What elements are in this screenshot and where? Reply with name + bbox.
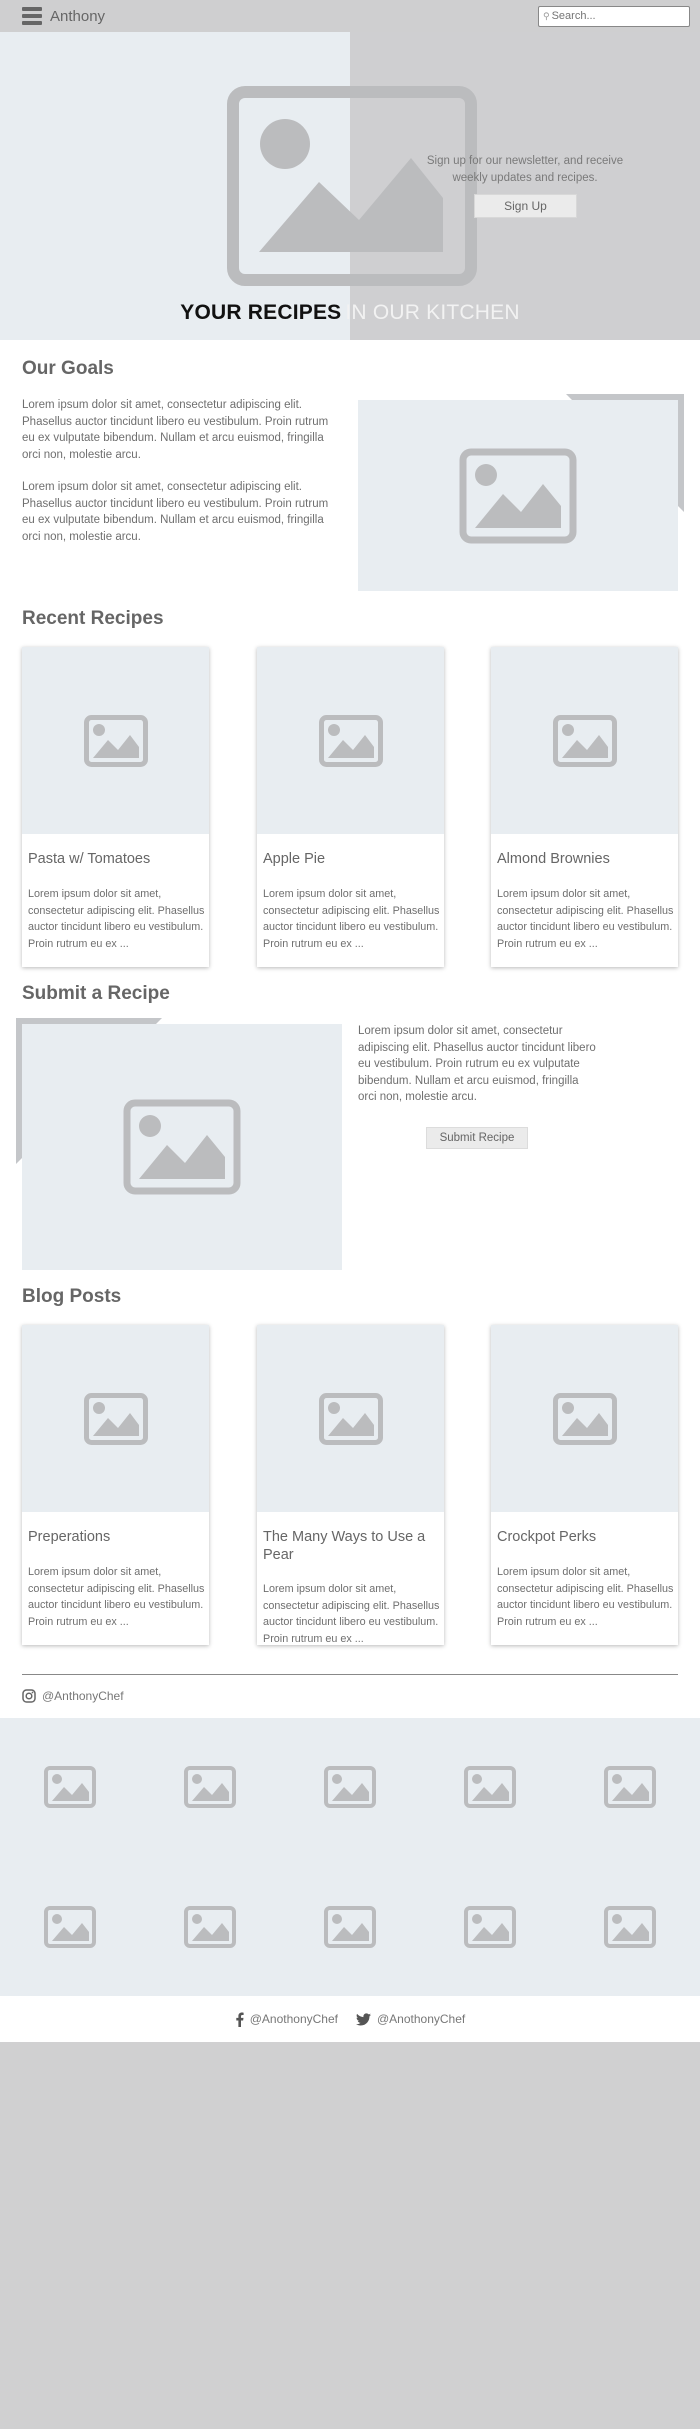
facebook-link[interactable]: @AnothonyChef	[235, 2012, 338, 2027]
blog-card[interactable]: Preperations Lorem ipsum dolor sit amet,…	[22, 1325, 209, 1645]
hero-title-light: IN OUR KITCHEN	[345, 301, 520, 324]
gallery-image-icon[interactable]	[184, 1906, 236, 1948]
blog-image-placeholder	[257, 1325, 444, 1512]
gallery-image-icon[interactable]	[604, 1766, 656, 1808]
main-content: Our Goals Lorem ipsum dolor sit amet, co…	[0, 340, 700, 1996]
recipe-card-title[interactable]: Almond Brownies	[497, 850, 672, 868]
goals-paragraph-2: Lorem ipsum dolor sit amet, consectetur …	[22, 481, 329, 543]
submit-image-placeholder	[22, 1024, 342, 1270]
blog-card[interactable]: Crockpot Perks Lorem ipsum dolor sit ame…	[491, 1325, 678, 1645]
recipe-card-title[interactable]: Apple Pie	[263, 850, 438, 868]
top-navbar: Anthony ⚲	[0, 0, 700, 32]
facebook-handle[interactable]: @AnothonyChef	[250, 2012, 338, 2026]
recipe-image-placeholder	[257, 647, 444, 834]
image-icon	[552, 1392, 617, 1445]
image-icon	[552, 714, 617, 767]
recipe-image-placeholder	[22, 647, 209, 834]
gallery-image-icon[interactable]	[44, 1906, 96, 1948]
hero-title-bold: YOUR RECIPES	[180, 301, 342, 324]
hero-title: YOUR RECIPES IN OUR KITCHEN	[0, 301, 700, 325]
recipe-card-text: Lorem ipsum dolor sit amet, consectetur …	[263, 888, 440, 950]
blog-card-text: Lorem ipsum dolor sit amet, consectetur …	[263, 1583, 440, 1645]
recipe-card-text: Lorem ipsum dolor sit amet, consectetur …	[497, 888, 674, 950]
blog-card-title[interactable]: The Many Ways to Use a Pear	[263, 1528, 438, 1564]
footer: @AnothonyChef @AnothonyChef	[0, 1996, 700, 2042]
blog-card[interactable]: The Many Ways to Use a Pear Lorem ipsum …	[257, 1325, 444, 1645]
gallery-image-icon[interactable]	[184, 1766, 236, 1808]
recipe-card[interactable]: Apple Pie Lorem ipsum dolor sit amet, co…	[257, 647, 444, 967]
submit-recipe-text: Lorem ipsum dolor sit amet, consectetur …	[358, 1025, 596, 1103]
twitter-icon	[356, 2012, 371, 2025]
gallery-image-icon[interactable]	[324, 1766, 376, 1808]
blog-posts-title: Blog Posts	[22, 1286, 122, 1307]
search-box[interactable]: ⚲	[538, 5, 690, 27]
blog-image-placeholder	[22, 1325, 209, 1512]
recipe-card[interactable]: Almond Brownies Lorem ipsum dolor sit am…	[491, 647, 678, 967]
image-icon	[318, 1392, 383, 1445]
facebook-icon	[236, 2012, 244, 2027]
submit-recipe-button[interactable]: Submit Recipe	[426, 1127, 528, 1149]
recipe-card[interactable]: Pasta w/ Tomatoes Lorem ipsum dolor sit …	[22, 647, 209, 967]
recipe-card-title[interactable]: Pasta w/ Tomatoes	[28, 850, 203, 868]
gallery-image-icon[interactable]	[464, 1766, 516, 1808]
recipe-card-text: Lorem ipsum dolor sit amet, consectetur …	[28, 888, 205, 950]
blog-card-title[interactable]: Preperations	[28, 1528, 203, 1546]
gallery-image-icon[interactable]	[324, 1906, 376, 1948]
image-icon	[123, 1099, 241, 1195]
image-icon	[459, 448, 577, 543]
blog-image-placeholder	[491, 1325, 678, 1512]
search-icon: ⚲	[543, 10, 550, 21]
instagram-gallery	[0, 1718, 700, 1996]
blog-card-text: Lorem ipsum dolor sit amet, consectetur …	[28, 1566, 205, 1628]
instagram-handle[interactable]: @AnthonyChef	[42, 1689, 124, 1703]
signup-button[interactable]: Sign Up	[474, 194, 577, 218]
recipe-image-placeholder	[491, 647, 678, 834]
gallery-image-icon[interactable]	[604, 1906, 656, 1948]
brand-name[interactable]: Anthony	[50, 8, 105, 25]
image-icon	[83, 714, 148, 767]
blog-card-text: Lorem ipsum dolor sit amet, consectetur …	[497, 1566, 674, 1628]
search-input[interactable]	[551, 10, 685, 22]
divider	[22, 1674, 678, 1675]
gallery-image-icon[interactable]	[44, 1766, 96, 1808]
image-icon	[83, 1392, 148, 1445]
goals-image-placeholder	[358, 400, 678, 591]
hamburger-menu-icon[interactable]	[22, 7, 42, 25]
recent-recipes-title: Recent Recipes	[22, 608, 164, 629]
twitter-handle[interactable]: @AnothonyChef	[377, 2012, 465, 2026]
instagram-link[interactable]: @AnthonyChef	[22, 1689, 124, 1703]
instagram-icon	[22, 1689, 36, 1703]
goals-title: Our Goals	[22, 358, 114, 379]
gallery-image-icon[interactable]	[464, 1906, 516, 1948]
hero-banner: Sign up for our newsletter, and receive …	[0, 32, 700, 340]
blog-card-title[interactable]: Crockpot Perks	[497, 1528, 672, 1546]
goals-paragraph-1: Lorem ipsum dolor sit amet, consectetur …	[22, 399, 329, 461]
newsletter-text: Sign up for our newsletter, and receive …	[426, 155, 624, 184]
submit-recipe-title: Submit a Recipe	[22, 983, 170, 1004]
image-icon	[318, 714, 383, 767]
twitter-link[interactable]: @AnothonyChef	[356, 2012, 465, 2026]
